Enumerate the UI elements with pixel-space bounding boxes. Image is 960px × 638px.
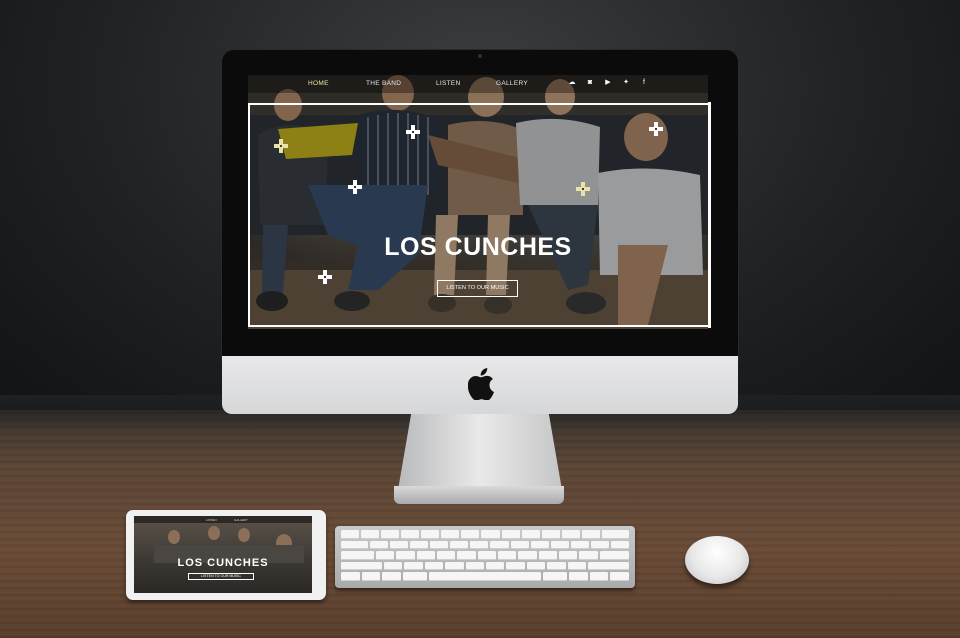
- facebook-icon[interactable]: f: [640, 79, 648, 87]
- magic-mouse: [685, 536, 749, 584]
- ipad-screen: LISTEN GALLERY LOS CUNCHES LISTEN TO OUR…: [134, 516, 312, 593]
- ipad-hero-title: LOS CUNCHES: [177, 557, 269, 569]
- sparkle-icon: [649, 122, 663, 136]
- camera-icon: [478, 54, 482, 58]
- sparkle-icon: [576, 182, 590, 196]
- keyboard-keys: [341, 530, 629, 584]
- hero-title: LOS CUNCHES: [384, 233, 572, 261]
- site-navbar: HOME THE BAND LISTEN GALLERY ☁ ◙ ▶ ✦ f: [248, 75, 708, 93]
- instagram-icon[interactable]: ◙: [586, 79, 594, 87]
- ipad-nav-gallery[interactable]: GALLERY: [234, 518, 248, 522]
- sparkle-icon: [406, 125, 420, 139]
- listen-to-our-music-button[interactable]: LISTEN TO OUR MUSIC: [437, 280, 518, 297]
- nav-listen[interactable]: LISTEN: [436, 80, 461, 87]
- website-hero: HOME THE BAND LISTEN GALLERY ☁ ◙ ▶ ✦ f L…: [248, 75, 708, 329]
- ipad-navbar: LISTEN GALLERY: [134, 516, 312, 523]
- sparkle-icon: [348, 180, 362, 194]
- sparkle-icon: [318, 270, 332, 284]
- imac-stand: [398, 414, 562, 490]
- ipad-listen-button[interactable]: LISTEN TO OUR MUSIC: [188, 573, 254, 580]
- nav-home[interactable]: HOME: [308, 80, 329, 87]
- sparkle-icon: [274, 139, 288, 153]
- youtube-icon[interactable]: ▶: [604, 79, 612, 87]
- nav-gallery[interactable]: GALLERY: [496, 80, 528, 87]
- ipad-nav-listen[interactable]: LISTEN: [206, 518, 217, 522]
- soundcloud-icon[interactable]: ☁: [568, 79, 576, 87]
- apple-logo-icon: [468, 368, 494, 400]
- twitter-icon[interactable]: ✦: [622, 79, 630, 87]
- nav-the-band[interactable]: THE BAND: [366, 80, 401, 87]
